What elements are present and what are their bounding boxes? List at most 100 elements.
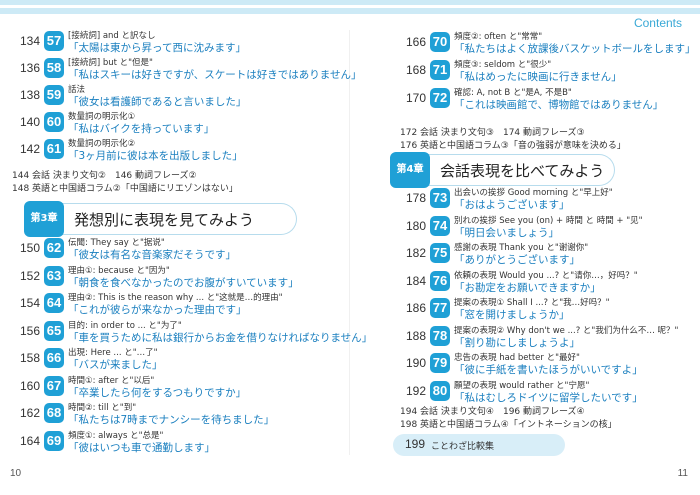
toc-entry-70[interactable]: 16670頻度②: often と"常常"私たちはよく放課後バスケットボールをし… bbox=[386, 32, 700, 55]
lesson-number-badge: 74 bbox=[430, 215, 450, 236]
page-number-right: 11 bbox=[677, 468, 688, 479]
kotowaza-title: ことわざ比較集 bbox=[431, 442, 495, 452]
toc-entry-79[interactable]: 19079忠告の表現 had better と"最好"彼に手紙を書いたほうがいい… bbox=[386, 353, 700, 376]
toc-page-number: 184 bbox=[405, 273, 426, 288]
lesson-number-badge: 58 bbox=[44, 58, 64, 78]
toc-entry-80[interactable]: 19280願望の表現 would rather と"宁愿"私はむしろドイツに留学… bbox=[386, 380, 700, 404]
lesson-example: 窓を開けましょうか bbox=[454, 307, 570, 322]
lesson-example: 私はめったに映画に行きません bbox=[454, 69, 622, 84]
lesson-example: 3ヶ月前に彼は本を出版しました bbox=[68, 148, 243, 163]
toc-page-number: 138 bbox=[19, 88, 40, 102]
lesson-number-badge: 80 bbox=[430, 380, 450, 401]
lesson-example: お勘定をお願いできますか bbox=[454, 280, 601, 295]
chapter4-header: 第4章 会話表現を比べてみよう bbox=[390, 152, 615, 188]
right-misc-1: 172 会話 決まり文句③ 174 動詞フレーズ③ bbox=[400, 128, 585, 138]
toc-page-number: 190 bbox=[405, 356, 426, 370]
lesson-example: 私はバイクを持っています bbox=[68, 121, 214, 136]
toc-page-number: 150 bbox=[19, 241, 40, 255]
toc-entry-78[interactable]: 188 78 提案の表現② Why don't we ...? と"我们为什么不… … bbox=[386, 325, 700, 349]
lesson-number-badge: 69 bbox=[44, 430, 64, 451]
toc-entry-58[interactable]: 13658[接続詞] but と"但是"私はスキーは好きですが、スケートは好きで… bbox=[0, 58, 351, 81]
lesson-number-badge: 71 bbox=[430, 60, 450, 80]
toc-entry-60[interactable]: 14060数量詞の明示化①私はバイクを持っています bbox=[0, 112, 320, 135]
left-misc-1: 144 会話 決まり文句② 146 動詞フレーズ② bbox=[12, 171, 197, 181]
kotowaza-page: 199 bbox=[405, 437, 426, 451]
kotowaza-link[interactable]: 199 ことわざ比較集 bbox=[393, 434, 565, 456]
toc-page-number: 158 bbox=[19, 351, 40, 365]
chapter4-title: 会話表現を比べてみよう bbox=[440, 162, 605, 180]
lesson-example: 私はむしろドイツに留学したいです bbox=[454, 390, 643, 405]
toc-page-number: 142 bbox=[19, 142, 40, 156]
lesson-number-badge: 59 bbox=[44, 85, 64, 105]
lesson-example: 私たちは7時までナンシーを待ちました bbox=[68, 412, 274, 427]
toc-entry-71[interactable]: 16871頻度③: seldom と"很少"私はめったに映画に行きません bbox=[386, 60, 700, 83]
toc-page-number: 186 bbox=[405, 301, 426, 315]
chapter4-tag: 第4章 bbox=[390, 152, 430, 188]
toc-entry-65[interactable]: 15665目的: in order to ... と"为了"車を買うために私は銀… bbox=[0, 320, 362, 344]
lesson-example: おはようございます bbox=[454, 197, 570, 212]
lesson-number-badge: 70 bbox=[430, 32, 450, 52]
lesson-example: バスが来ました bbox=[68, 357, 163, 372]
lesson-example: 私はスキーは好きですが、スケートは好きではありません bbox=[68, 67, 361, 82]
lesson-example: 彼に手紙を書いたほうがいいですよ bbox=[454, 362, 643, 377]
lesson-number-badge: 61 bbox=[44, 139, 64, 159]
toc-page-number: 180 bbox=[405, 218, 426, 233]
lesson-number-badge: 79 bbox=[430, 353, 450, 373]
toc-entry-63[interactable]: 15263理由①: because と"因为"朝食を食べなかったのでお腹がすいて… bbox=[0, 265, 320, 289]
right-misc-4: 198 英語と中国語コラム④「イントネーションの核」 bbox=[400, 420, 617, 430]
toc-entry-75[interactable]: 18275感謝の表現 Thank you と"谢谢你"ありがとうございます bbox=[386, 243, 700, 266]
right-misc-3: 194 会話 決まり文句④ 196 動詞フレーズ④ bbox=[400, 407, 585, 417]
toc-entry-77[interactable]: 18677提案の表現① Shall I ...? と"我…好吗？"窓を開けましょ… bbox=[386, 298, 700, 321]
toc-page-number: 178 bbox=[405, 191, 426, 205]
lesson-example: ありがとうございます bbox=[454, 252, 580, 267]
toc-page-number: 156 bbox=[19, 323, 40, 338]
chapter3-header: 第3章 発想別に表現を見てみよう bbox=[24, 201, 297, 237]
lesson-number-badge: 77 bbox=[430, 298, 450, 318]
lesson-number-badge: 73 bbox=[430, 188, 450, 208]
page-number-left: 10 bbox=[10, 468, 22, 479]
toc-page-number: 160 bbox=[19, 378, 40, 393]
toc-page-number: 192 bbox=[405, 383, 426, 398]
toc-page-number: 152 bbox=[19, 268, 40, 283]
toc-entry-62[interactable]: 15062伝聞: They say と"据说"彼女は有名な音楽家だそうです bbox=[0, 238, 320, 261]
lesson-number-badge: 75 bbox=[430, 243, 450, 263]
lesson-example: 明日会いましょう bbox=[454, 225, 559, 240]
toc-entry-61[interactable]: 14261数量詞の明示化②3ヶ月前に彼は本を出版しました bbox=[0, 139, 320, 162]
toc-page-number: 134 bbox=[19, 34, 40, 48]
toc-entry-64[interactable]: 154 64 理由②: This is the reason why ... と"这… bbox=[0, 293, 320, 316]
lesson-number-badge: 67 bbox=[44, 375, 64, 396]
toc-page-number: 168 bbox=[405, 63, 426, 77]
lesson-number-badge: 60 bbox=[44, 112, 64, 132]
lesson-number-badge: 68 bbox=[44, 403, 64, 423]
lesson-number-badge: 65 bbox=[44, 320, 64, 341]
contents-heading: Contents bbox=[633, 16, 682, 30]
lesson-example: 割り勘にしましょうよ bbox=[454, 335, 580, 350]
toc-entry-69[interactable]: 16469頻度①: always と"总是"彼はいつも車で通勤します bbox=[0, 430, 320, 454]
toc-entry-67[interactable]: 16067時間①: after と"以后"卒業したら何をするつもりですか bbox=[0, 375, 320, 399]
top-decoration-bar bbox=[0, 0, 700, 14]
lesson-example: 彼はいつも車で通勤します bbox=[68, 440, 215, 455]
toc-entry-76[interactable]: 18476依頼の表現 Would you ...? と"请你…，好吗？"お勘定を… bbox=[386, 270, 700, 294]
lesson-example: これが彼らが来なかった理由です bbox=[68, 302, 247, 317]
toc-entry-59[interactable]: 13859話法彼女は看護師であると言いました bbox=[0, 85, 320, 108]
toc-page-number: 136 bbox=[19, 61, 40, 75]
toc-entry-66[interactable]: 15866出現: Here ... と"…了"バスが来ました bbox=[0, 348, 320, 371]
toc-page-number: 164 bbox=[19, 433, 40, 448]
lesson-number-badge: 78 bbox=[430, 325, 450, 346]
toc-entry-74[interactable]: 18074別れの挨拶 See you (on) + 時間 と 時間 + "见"明… bbox=[386, 215, 700, 239]
chapter3-title: 発想別に表現を見てみよう bbox=[74, 211, 255, 229]
lesson-example: 車を買うために私は銀行からお金を借りなければなりません bbox=[68, 330, 372, 345]
toc-entry-57[interactable]: 13457[接続詞] and と訳なし太陽は東から昇って西に沈みます bbox=[0, 31, 320, 54]
toc-page-number: 188 bbox=[405, 328, 426, 343]
lesson-number-badge: 57 bbox=[44, 31, 64, 51]
lesson-number-badge: 66 bbox=[44, 348, 64, 368]
lesson-example: 私たちはよく放課後バスケットボールをします bbox=[454, 41, 696, 56]
toc-entry-68[interactable]: 16268時間②: till と"到"私たちは7時までナンシーを待ちました bbox=[0, 403, 320, 426]
toc-page-number: 140 bbox=[19, 115, 40, 129]
lesson-number-badge: 64 bbox=[44, 293, 64, 313]
toc-entry-72[interactable]: 17072確認: A, not B と"是A, 不是B"これは映画館で、博物館で… bbox=[386, 88, 700, 111]
lesson-example: 朝食を食べなかったのでお腹がすいています bbox=[68, 275, 299, 290]
right-misc-2: 176 英語と中国語コラム③「音の強弱が意味を決める」 bbox=[400, 141, 626, 151]
lesson-example: 彼女は有名な音楽家だそうです bbox=[68, 247, 236, 262]
toc-entry-73[interactable]: 17873出会いの挨拶 Good morning と"早上好"おはようございます bbox=[386, 188, 700, 211]
